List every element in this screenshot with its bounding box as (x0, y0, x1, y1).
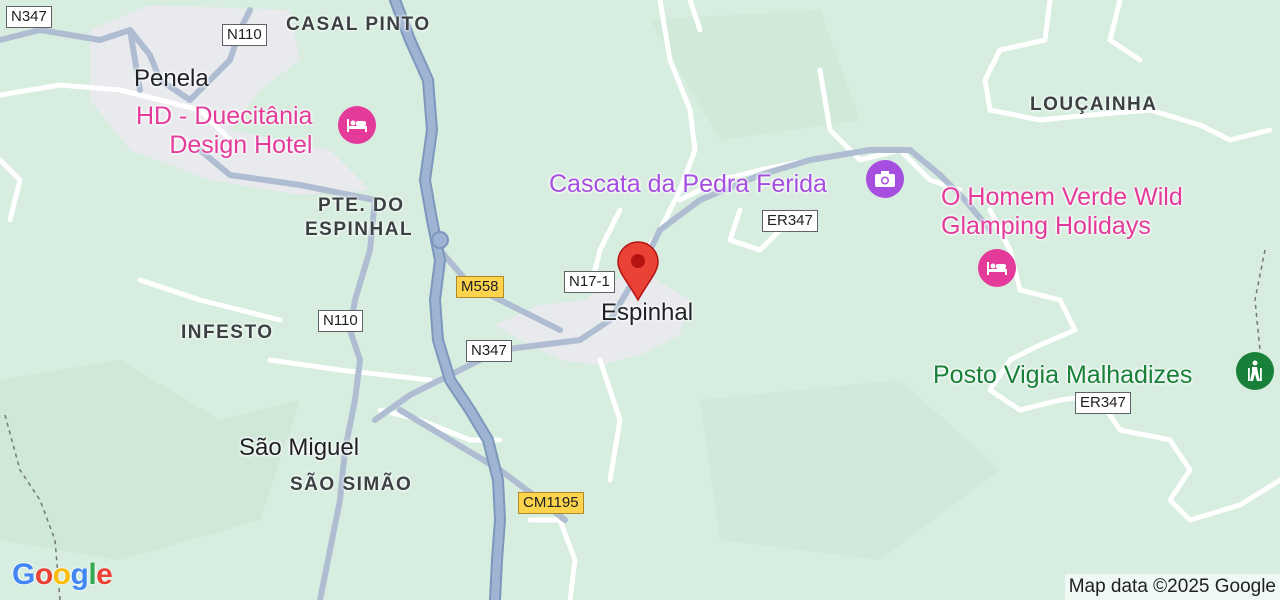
google-logo[interactable]: Google (12, 558, 113, 592)
road-shield-er347-southeast: ER347 (1075, 392, 1131, 414)
area-label-casal-pinto: CASAL PINTO (286, 14, 431, 35)
area-label-espinhal-pte: ESPINHAL (305, 219, 414, 240)
poi-label-homem-verde-line1: O Homem Verde Wild (941, 183, 1183, 211)
logo-letter-g: G (12, 558, 35, 591)
road-shield-m558: M558 (456, 276, 504, 298)
camera-icon[interactable] (866, 160, 904, 198)
area-label-pte-do: PTE. DO (318, 195, 405, 216)
road-shield-n110-south: N110 (318, 310, 363, 332)
logo-letter-o1: o (34, 558, 53, 591)
logo-letter-o2: o (52, 558, 71, 591)
hiking-icon[interactable] (1236, 352, 1274, 390)
poi-label-hd-duecitania[interactable]: HD - Duecitânia Design Hotel (136, 102, 312, 160)
area-label-loucainha: LOUÇAINHA (1030, 94, 1158, 115)
logo-letter-g2: g (70, 558, 89, 591)
poi-label-cascata[interactable]: Cascata da Pedra Ferida (549, 170, 827, 199)
logo-letter-e: e (96, 558, 113, 591)
poi-label-hd-line2: Design Hotel (169, 131, 313, 159)
road-shield-cm1195: CM1195 (518, 492, 584, 514)
place-label-espinhal[interactable]: Espinhal (601, 301, 693, 325)
glamping-bed-icon[interactable] (978, 249, 1016, 287)
road-shield-n17-1: N17-1 (564, 271, 615, 293)
poi-label-posto-vigia[interactable]: Posto Vigia Malhadizes (933, 361, 1192, 390)
road-shield-er347-east: ER347 (762, 210, 818, 232)
poi-label-homem-verde-line2: Glamping Holidays (941, 212, 1151, 240)
area-label-infesto: INFESTO (181, 322, 274, 343)
poi-label-homem-verde[interactable]: O Homem Verde Wild Glamping Holidays (941, 183, 1183, 241)
road-shield-n347-west: N347 (6, 6, 52, 28)
hotel-bed-icon[interactable] (338, 106, 376, 144)
place-label-penela[interactable]: Penela (134, 67, 209, 91)
road-shield-n110-north: N110 (222, 24, 267, 46)
area-label-sao-simao: SÃO SIMÃO (290, 474, 413, 495)
logo-letter-l: l (88, 558, 97, 591)
poi-label-hd-line1: HD - Duecitânia (136, 102, 313, 130)
road-shield-n347-central: N347 (466, 340, 512, 362)
map-attribution[interactable]: Map data ©2025 Google (1064, 574, 1280, 600)
place-label-sao-miguel[interactable]: São Miguel (239, 436, 359, 460)
